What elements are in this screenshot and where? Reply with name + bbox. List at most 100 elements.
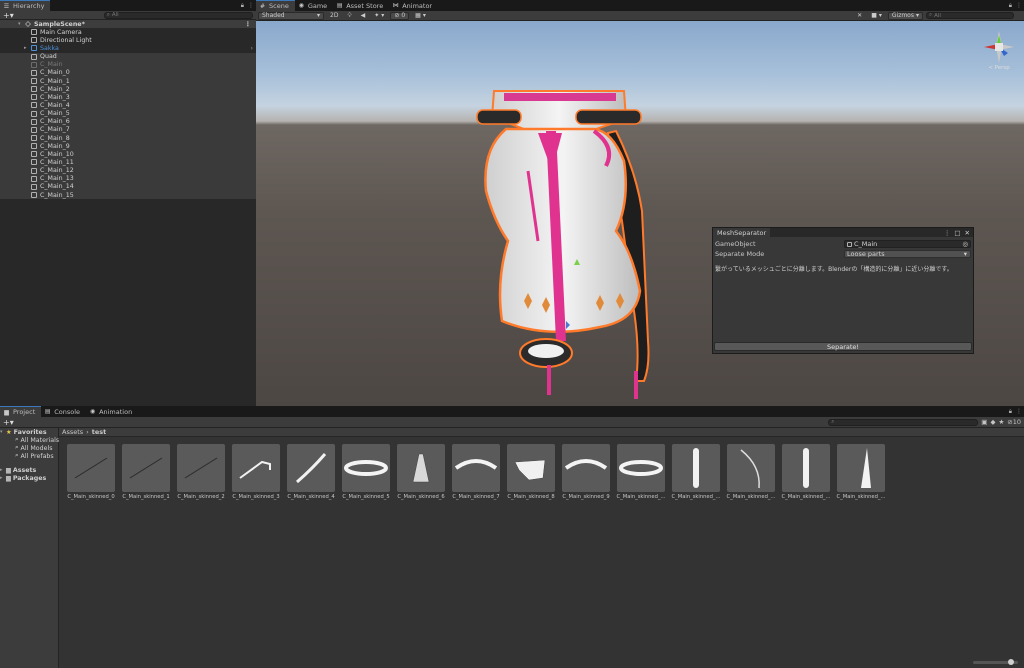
lock-icon[interactable]: 🔒︎ — [1009, 2, 1012, 10]
asset-item[interactable]: C_Main_skinned_6 — [397, 444, 445, 500]
open-prefab-icon[interactable]: › — [250, 45, 253, 52]
hierarchy-item[interactable]: ▸ Sakka › — [0, 44, 256, 52]
more-options-icon[interactable]: ⋮ — [1016, 408, 1022, 415]
asset-item[interactable]: C_Main_skinned_... — [672, 444, 720, 500]
folder-item[interactable]: ▸ ▆ Assets — [0, 466, 58, 474]
asset-item[interactable]: C_Main_skinned_7 — [452, 444, 500, 500]
asset-item[interactable]: C_Main_skinned_... — [837, 444, 885, 500]
hierarchy-item[interactable]: ▾ SampleScene* ⋮ — [0, 20, 256, 29]
asset-item[interactable]: C_Main_skinned_3 — [232, 444, 280, 500]
tab-console[interactable]: ▤ Console — [41, 406, 86, 417]
shading-mode-dropdown[interactable]: Shaded ▾ — [258, 11, 324, 20]
close-icon[interactable]: ✕ — [965, 229, 970, 237]
hierarchy-item[interactable]: C_Main_4 — [0, 101, 256, 110]
more-options-icon[interactable]: ⋮ — [1016, 2, 1022, 9]
hierarchy-item[interactable]: C_Main_7 — [0, 125, 256, 134]
tab-mesh-separator[interactable]: MeshSeparator — [713, 228, 771, 237]
hierarchy-item-label: C_Main_12 — [40, 167, 74, 175]
hierarchy-item-label: C_Main_7 — [40, 126, 70, 134]
expand-arrow-icon[interactable]: ▸ — [24, 45, 30, 51]
hierarchy-item[interactable]: C_Main_9 — [0, 142, 256, 151]
asset-item[interactable]: C_Main_skinned_8 — [507, 444, 555, 500]
hierarchy-item[interactable]: C_Main_0 — [0, 68, 256, 77]
hierarchy-item-label: C_Main_6 — [40, 118, 70, 126]
grid-dropdown[interactable]: ▦ ▾ — [412, 12, 429, 20]
slider-knob[interactable] — [1008, 659, 1014, 665]
hierarchy-item[interactable]: C_Main_6 — [0, 117, 256, 126]
hierarchy-item[interactable]: Directional Light — [0, 36, 256, 44]
asset-item[interactable]: C_Main_skinned_4 — [287, 444, 335, 500]
favorites-search-item[interactable]: ⌕ All Models — [0, 444, 58, 452]
hierarchy-item-label: C_Main_3 — [40, 93, 70, 101]
add-object-button[interactable]: +▾ — [3, 11, 14, 20]
asset-item[interactable]: C_Main_skinned_... — [782, 444, 830, 500]
breadcrumb-item[interactable]: test — [92, 428, 107, 436]
separate-button[interactable]: Separate! — [714, 342, 972, 351]
hierarchy-item[interactable]: Quad — [0, 52, 256, 61]
gameobject-icon — [31, 37, 37, 44]
object-picker-icon[interactable]: ◎ — [962, 240, 968, 248]
audio-toggle-button[interactable]: ◀︎ — [358, 12, 369, 20]
favorites-search-item[interactable]: ⌕ All Materials — [0, 436, 59, 444]
persp-label[interactable]: < Persp — [980, 65, 1018, 71]
hidden-objects-button[interactable]: ⊘ 0 — [390, 11, 410, 20]
folder-item[interactable]: ▸ ▆ Packages — [0, 474, 58, 482]
asset-item[interactable]: C_Main_skinned_... — [727, 444, 775, 500]
favorites-item[interactable]: ▾ ★ Favorites — [0, 428, 58, 436]
orientation-gizmo[interactable]: < Persp — [980, 25, 1018, 75]
thumbnail-size-slider[interactable] — [973, 659, 1018, 665]
tab-hierarchy[interactable]: ☰ Hierarchy — [0, 0, 51, 11]
hierarchy-search-input[interactable]: ⌕ All — [103, 11, 253, 19]
hidden-packages-button[interactable]: ⊘10 — [1007, 418, 1021, 426]
scene-search-input[interactable]: ⌕ All — [926, 12, 1014, 19]
asset-item[interactable]: C_Main_skinned_5 — [342, 444, 390, 500]
hierarchy-item[interactable]: Main Camera — [0, 28, 256, 36]
effects-dropdown[interactable]: ✦ ▾ — [371, 12, 387, 20]
tab-scene[interactable]: # Scene — [256, 0, 295, 11]
project-search-input[interactable]: ⌕ — [828, 418, 979, 426]
hierarchy-item-label: Main Camera — [40, 28, 82, 36]
2d-toggle-button[interactable]: 2D — [327, 12, 341, 20]
create-asset-button[interactable]: +▾ — [3, 418, 14, 427]
filter-by-label-icon[interactable]: ◆ — [990, 418, 995, 426]
separate-mode-dropdown[interactable]: Loose parts ▾ — [844, 250, 971, 258]
hierarchy-item[interactable]: C_Main_5 — [0, 109, 256, 118]
asset-item[interactable]: C_Main_skinned_2 — [177, 444, 225, 500]
expand-arrow-icon[interactable]: ▾ — [18, 21, 24, 27]
more-options-icon[interactable]: ⋮ — [944, 229, 951, 237]
hierarchy-item[interactable]: C_Main_1 — [0, 76, 256, 86]
hierarchy-item[interactable]: C_Main_10 — [0, 150, 256, 159]
breadcrumb-item[interactable]: Assets — [62, 428, 83, 436]
more-options-icon[interactable]: ⋮ — [245, 21, 251, 28]
hierarchy-item[interactable]: C_Main_8 — [0, 133, 256, 143]
hierarchy-item[interactable]: C_Main — [0, 60, 256, 69]
tab-game[interactable]: ◉ Game — [295, 0, 333, 11]
tab-project[interactable]: ▆ Project — [0, 406, 42, 417]
hierarchy-item[interactable]: C_Main_13 — [0, 174, 256, 183]
tools-button[interactable]: ✕ — [854, 12, 865, 20]
tab-animation[interactable]: ◉ Animation — [86, 406, 138, 417]
hierarchy-item[interactable]: C_Main_11 — [0, 158, 256, 167]
hierarchy-item[interactable]: C_Main_14 — [0, 182, 256, 191]
lock-icon[interactable]: 🔒︎ — [1009, 408, 1012, 416]
favorite-star-icon[interactable]: ★ — [998, 418, 1004, 426]
favorites-search-item[interactable]: ⌕ All Prefabs — [0, 452, 58, 460]
tab-asset-store[interactable]: ▤ Asset Store — [333, 0, 389, 11]
hierarchy-item[interactable]: C_Main_3 — [0, 93, 256, 102]
gameobject-field[interactable]: C_Main ◎ — [844, 240, 971, 248]
more-options-icon[interactable]: ⋮ — [248, 2, 254, 9]
tab-animator[interactable]: ⋈ Animator — [389, 0, 438, 11]
hierarchy-item[interactable]: C_Main_12 — [0, 166, 256, 175]
lighting-toggle-button[interactable]: 💡︎ — [344, 12, 354, 20]
asset-item[interactable]: C_Main_skinned_9 — [562, 444, 610, 500]
hierarchy-item[interactable]: C_Main_15 — [0, 190, 256, 200]
maximize-icon[interactable]: □ — [954, 229, 960, 237]
asset-item[interactable]: C_Main_skinned_0 — [67, 444, 115, 500]
lock-icon[interactable]: 🔒︎ — [241, 2, 244, 10]
hierarchy-item[interactable]: C_Main_2 — [0, 85, 256, 94]
asset-item[interactable]: C_Main_skinned_... — [617, 444, 665, 500]
filter-by-type-icon[interactable]: ▣ — [981, 418, 987, 426]
camera-dropdown[interactable]: ■ ▾ — [868, 12, 885, 20]
asset-item[interactable]: C_Main_skinned_1 — [122, 444, 170, 500]
gizmos-dropdown[interactable]: Gizmos ▾ — [887, 11, 923, 20]
